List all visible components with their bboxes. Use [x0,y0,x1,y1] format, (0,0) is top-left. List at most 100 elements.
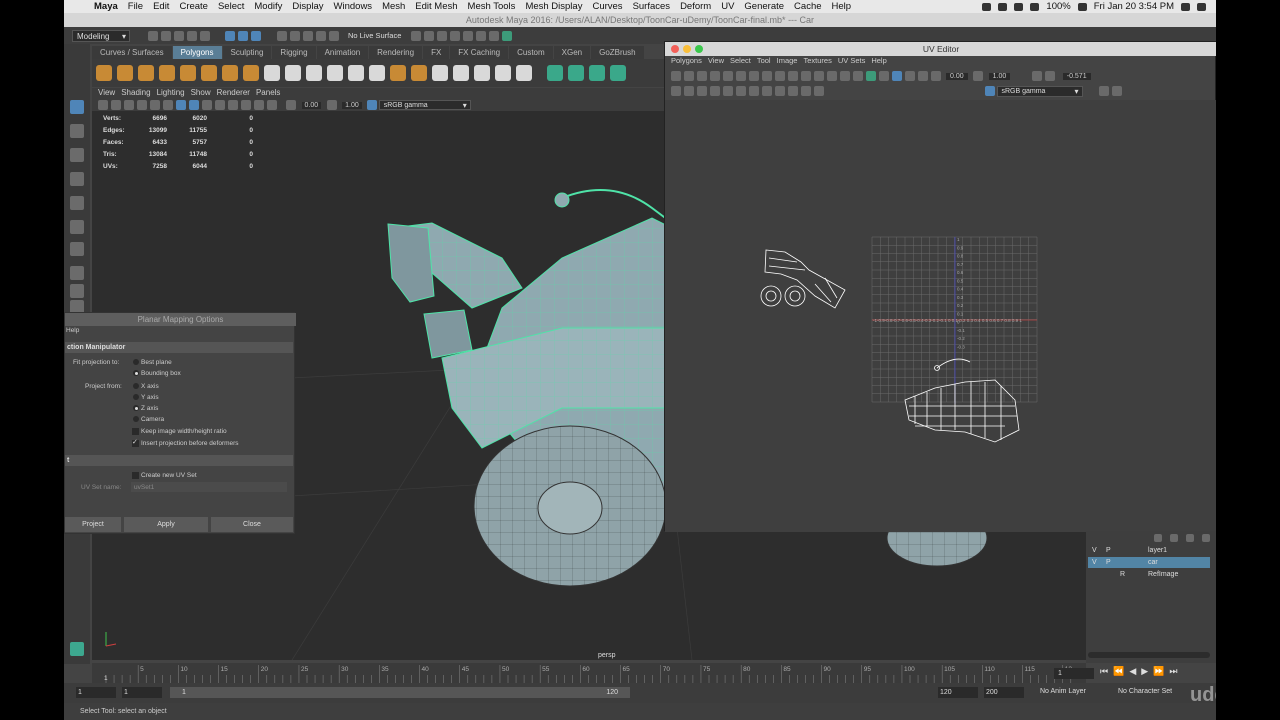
extrude-icon[interactable] [390,65,406,81]
project-z-axis-radio[interactable] [133,405,139,411]
uv-menu-textures[interactable]: Textures [803,56,831,67]
single-perspective-layout-icon[interactable] [70,266,84,280]
menu-deform[interactable]: Deform [680,1,711,12]
paint-select-icon[interactable] [70,148,84,162]
bevel-icon[interactable] [432,65,448,81]
shelf-tab-xgen[interactable]: XGen [553,46,591,59]
uv-unpin-icon[interactable] [1045,71,1056,81]
step-back-frame-icon[interactable]: ◀ [1129,666,1136,677]
uv-rotate-ccw-icon[interactable] [774,86,785,96]
menu-surfaces[interactable]: Surfaces [633,1,671,12]
insert-projection-checkbox[interactable] [132,438,139,447]
menu-mesh-tools[interactable]: Mesh Tools [468,1,516,12]
uv-menu-image[interactable]: Image [777,56,798,67]
uv-view-transform-dropdown[interactable]: sRGB gamma [996,85,1083,97]
fit-bounding-box-radio[interactable] [133,370,139,376]
layer-row-layer1[interactable]: V P layer1 [1088,545,1210,556]
uv-texture-borders-icon[interactable] [878,71,889,81]
uv-shrink-selection-icon[interactable] [696,86,707,96]
menu-select[interactable]: Select [218,1,244,12]
shelf-tab-rendering[interactable]: Rendering [369,46,423,59]
uv-checker-icon[interactable] [904,71,915,81]
uv-layout-icon[interactable] [774,71,785,81]
render-icon[interactable] [423,30,434,41]
menu-mesh[interactable]: Mesh [382,1,405,12]
uv-menu-select[interactable]: Select [730,56,751,67]
shelf-tab-custom[interactable]: Custom [509,46,553,59]
play-forward-icon[interactable]: ▶ [1141,666,1148,677]
uv-pin-icon[interactable] [1032,71,1043,81]
uv-move-sew-icon[interactable] [735,71,746,81]
mirror-icon[interactable] [369,65,385,81]
uv-flip-v-icon[interactable] [683,71,694,81]
clock-text[interactable]: Fri Jan 20 3:54 PM [1094,1,1174,12]
apply-button[interactable]: Apply [124,517,208,532]
uv-normalize-icon[interactable] [800,86,811,96]
uv-canvas[interactable]: 1 0.9 0.8 0.7 0.6 0.5 0.4 0.3 0.2 0.1 0 -0.1 -0.2 -0.… [665,100,1216,532]
uv-color-mgmt-icon[interactable] [985,86,995,96]
keep-ratio-checkbox[interactable] [132,428,139,435]
uv-exposure-icon[interactable] [930,71,941,81]
anim-layer-dropdown[interactable]: No Anim Layer [1040,688,1086,695]
uv-cut-tool-icon[interactable] [761,86,772,96]
uv-distortion-icon[interactable] [917,71,928,81]
minimize-window-icon[interactable] [683,45,691,53]
uv-coordinate-value[interactable]: -0.571 [1062,72,1091,80]
snap-grid-icon[interactable] [276,30,287,41]
dropbox-icon[interactable] [982,2,992,11]
section-projection-manipulator[interactable]: ction Manipulator [65,342,293,353]
lasso-tool-icon[interactable] [70,124,84,138]
uv-flip-u-icon[interactable] [670,71,681,81]
render-settings-icon[interactable] [449,30,460,41]
step-back-key-icon[interactable]: ⏪ [1113,666,1124,677]
separate-icon[interactable] [285,65,301,81]
shelf-tab-fx-caching[interactable]: FX Caching [450,46,509,59]
uv-exposure-value[interactable]: 0.00 [946,72,968,80]
end-frame-field[interactable]: 120 [938,687,978,698]
menu-edit-mesh[interactable]: Edit Mesh [415,1,457,12]
menu-curves[interactable]: Curves [592,1,622,12]
poly-pipe-icon[interactable] [243,65,259,81]
project-x-axis-radio[interactable] [133,383,139,389]
arnold-icon[interactable] [488,30,499,41]
uv-menu-help[interactable]: Help [871,56,886,67]
uv-grow-selection-icon[interactable] [709,86,720,96]
history-icon[interactable] [410,30,421,41]
smooth-icon[interactable] [327,65,343,81]
select-hierarchy-icon[interactable] [225,30,235,41]
new-scene-icon[interactable] [147,30,158,41]
uv-display-image-icon[interactable] [1111,86,1122,96]
spherical-projection-icon[interactable] [589,65,605,81]
uv-align-min-u-icon[interactable] [787,71,798,81]
hypershade-icon[interactable] [462,30,473,41]
uv-sew-icon[interactable] [722,71,733,81]
uv-select-shell-icon[interactable] [670,86,681,96]
time-slider[interactable]: 5 10 15 20 25 30 35 40 45 50 55 60 65 70 75 80 85 90 95 100… [92,663,1086,683]
close-button[interactable]: Close [211,517,293,532]
ipr-render-icon[interactable] [436,30,447,41]
save-scene-icon[interactable] [173,30,184,41]
poly-plane-icon[interactable] [180,65,196,81]
uv-align-max-v-icon[interactable] [826,71,837,81]
shelf-tab-animation[interactable]: Animation [316,46,369,59]
bridge-icon[interactable] [411,65,427,81]
four-view-layout-icon[interactable] [70,284,84,298]
timeline-current-frame-marker[interactable]: 1 [104,675,108,682]
shelf-tab-fx[interactable]: FX [423,46,450,59]
menu-uv[interactable]: UV [721,1,734,12]
uv-snapshot-icon[interactable] [813,86,824,96]
extract-icon[interactable] [306,65,322,81]
close-window-icon[interactable] [671,45,679,53]
uv-menu-uv-sets[interactable]: UV Sets [838,56,866,67]
last-tool-icon[interactable] [70,242,84,256]
connect-icon[interactable] [495,65,511,81]
project-y-axis-radio[interactable] [133,394,139,400]
snap-view-icon[interactable] [315,30,326,41]
anim-end-field[interactable]: 200 [984,687,1024,698]
planar-projection-icon[interactable] [547,65,563,81]
fit-best-plane-radio[interactable] [133,359,139,365]
zoom-window-icon[interactable] [695,45,703,53]
layer-row-car[interactable]: V P car [1088,557,1210,568]
layer-scrollbar[interactable] [1088,652,1210,658]
mode-dropdown[interactable]: Modeling [72,29,130,42]
